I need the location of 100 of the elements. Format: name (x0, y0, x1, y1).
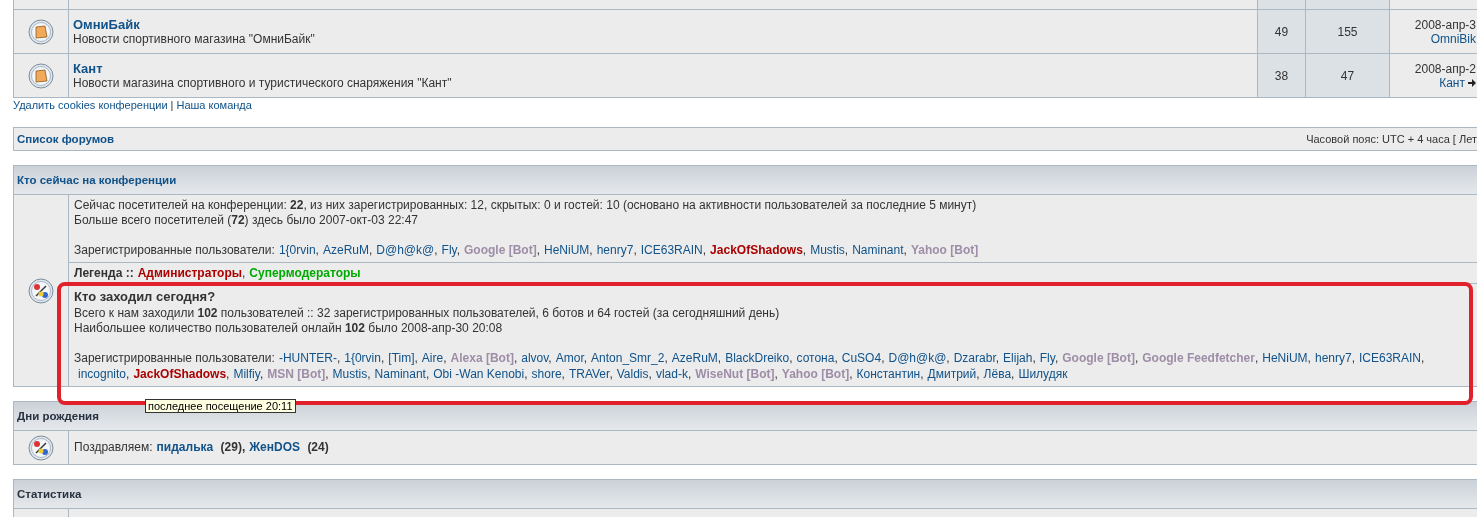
comma: , (687, 367, 692, 381)
comma: , (242, 266, 246, 280)
comma: , (536, 243, 540, 257)
last-post-author-link[interactable]: Кант (1439, 75, 1465, 90)
comma: , (664, 351, 668, 365)
last-post-author-link[interactable]: OmniBik (1430, 31, 1476, 46)
forum-folder-icon (28, 18, 54, 45)
user-link[interactable]: AzeRuM (322, 243, 369, 257)
comma: , (789, 351, 793, 365)
comma: , (834, 351, 838, 365)
section-title: Дни рождения (17, 410, 99, 422)
comma: , (849, 367, 853, 381)
user-link[interactable]: ICE63RAIN (640, 243, 703, 257)
comma: , (524, 367, 528, 381)
today-record: Наибольшее количество пользователей онлайн 102 было 2008-апр-30 20:08 (74, 321, 504, 336)
user-link[interactable]: [Tim] (388, 351, 415, 365)
comma: , (414, 351, 418, 365)
comma: , (995, 351, 1000, 365)
comma: , (126, 367, 130, 381)
comma: , (1011, 367, 1015, 381)
post-count: 47 (1340, 68, 1355, 83)
online-record: Больше всего посетителей (72) здесь было 2007-окт-03 22:47 (74, 213, 419, 228)
comma: , (336, 351, 341, 365)
user-link[interactable]: henry7 (596, 243, 634, 257)
comma: , (1134, 351, 1139, 365)
comma: , (561, 367, 565, 381)
users-icon (28, 277, 54, 304)
comma: , (717, 351, 722, 365)
forum-description: Новости магазина спортивного и туристического снаряжения "Кант" (73, 76, 452, 90)
section-title-link[interactable]: Кто сейчас на конференции (17, 174, 177, 186)
comma: , (367, 367, 371, 381)
user-link[interactable]: D@h@k@ (376, 243, 435, 257)
user-link[interactable]: vlad-k (655, 367, 688, 381)
user-link[interactable]: Naminant (374, 367, 426, 381)
comma: , (1032, 351, 1036, 365)
comma: , (1351, 351, 1355, 365)
user-link[interactable]: Valdis (616, 367, 649, 381)
comma: , (976, 367, 980, 381)
post-count: 155 (1337, 24, 1358, 39)
topic-count: 38 (1274, 68, 1289, 83)
user-link[interactable]: shore (531, 367, 562, 381)
user-link[interactable]: пидалька (156, 440, 214, 454)
comma: , (633, 243, 637, 257)
comma: , (802, 243, 807, 257)
online-summary: Сейчас посетителей на конференции: 22, из них зарегистрированных: 12, скрытых: 0 и гостей: 10 (основано на активности пользователей за последние 5 минут) (74, 198, 978, 213)
user-link[interactable]: HeNiUM (1262, 351, 1308, 365)
user-link[interactable]: Naminant (852, 243, 904, 257)
forum-list-link[interactable]: Список форумов (17, 133, 115, 145)
forum-title-link[interactable]: Кант (73, 61, 103, 76)
comma: , (1307, 351, 1311, 365)
user-link[interactable]: Шилудяк (1018, 367, 1068, 381)
legend-label: Легенда :: (74, 266, 134, 280)
link-separator: | (170, 99, 174, 111)
user-link[interactable]: -HUNTER- (278, 351, 337, 365)
user-link[interactable]: D@h@k@ (888, 351, 947, 365)
user-link[interactable]: JackOfShadows (710, 243, 803, 257)
comma: , (425, 367, 430, 381)
user-link[interactable]: Fly (441, 243, 457, 257)
user-link[interactable]: Mustis (810, 243, 845, 257)
user-link[interactable]: ICE63RAIN (1359, 351, 1422, 365)
arrow-icon[interactable] (1468, 78, 1476, 87)
user-link[interactable]: Dzarabr (953, 351, 996, 365)
comma: , (881, 351, 885, 365)
user-link[interactable]: AzeRuM (671, 351, 718, 365)
user-link[interactable]: TRAVer (568, 367, 610, 381)
group-link[interactable]: Администраторы (137, 266, 242, 280)
comma: , (1421, 351, 1425, 365)
age-text: (24) (307, 440, 329, 454)
team-link[interactable]: Наша команда (176, 99, 252, 111)
comma: , (648, 367, 652, 381)
today-title: Кто заходил сегодня? (74, 289, 217, 304)
tooltip: последнее посещение 20:11 (145, 399, 296, 413)
users-label: Зарегистрированные пользователи: (74, 243, 275, 257)
section-title: Статистика (17, 488, 82, 500)
forum-folder-icon (28, 62, 54, 89)
comma: , (241, 440, 246, 454)
user-link[interactable]: Fly (1039, 351, 1055, 365)
comma: , (702, 243, 707, 257)
comma: , (903, 243, 907, 257)
user-link[interactable]: ЖенDOS (249, 440, 301, 454)
comma: , (434, 243, 438, 257)
comma: , (380, 351, 385, 365)
user-link[interactable]: 1{0rvin (278, 243, 316, 257)
forum-title-link[interactable]: ОмниБайк (73, 17, 140, 32)
comma: , (920, 367, 924, 381)
users-icon (28, 434, 54, 461)
comma: , (315, 243, 319, 257)
comma: , (946, 351, 950, 365)
delete-cookies-link[interactable]: Удалить cookies конференции (13, 99, 168, 111)
comma: , (609, 367, 613, 381)
comma: , (844, 243, 849, 257)
comma: , (548, 351, 552, 365)
user-link[interactable]: 1{0rvin (344, 351, 381, 365)
comma: , (774, 367, 778, 381)
today-summary: Всего к нам заходили 102 пользователей :: 32 зарегистрированных пользователей, 6 ботов и 64 гостей (за сегодняшний день) (74, 306, 781, 321)
user-link[interactable]: Milfiy (233, 367, 260, 381)
last-post-date: 2008-апр-2 (1414, 61, 1476, 76)
topic-count: 49 (1274, 24, 1289, 39)
user-link[interactable]: Amor (555, 351, 584, 365)
user-link[interactable]: henry7 (1314, 351, 1352, 365)
